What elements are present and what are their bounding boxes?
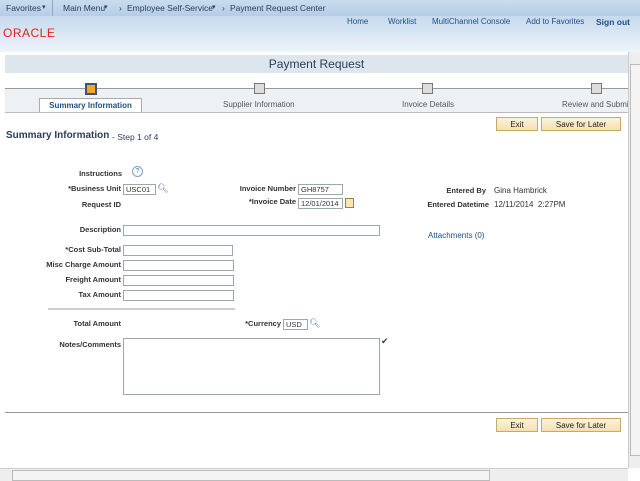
request-id-label: Request ID xyxy=(81,200,121,209)
divider xyxy=(52,0,53,16)
chevron-down-icon[interactable]: ▾ xyxy=(212,3,216,11)
currency-label: *Currency xyxy=(245,319,281,328)
help-icon[interactable]: ? xyxy=(132,166,143,177)
breadcrumb-current: Payment Request Center xyxy=(230,3,326,13)
invoice-number-label: Invoice Number xyxy=(239,184,296,193)
multichannel-console-link[interactable]: MultiChannel Console xyxy=(432,17,510,26)
tab-review-and-submit[interactable]: Review and Submit xyxy=(562,100,628,109)
step-line xyxy=(5,88,628,89)
step-3-icon[interactable] xyxy=(422,83,433,94)
top-nav: Favorites ▾ Main Menu ▾ › Employee Self-… xyxy=(0,0,640,16)
vertical-scrollbar[interactable] xyxy=(628,52,640,468)
scroll-thumb[interactable] xyxy=(630,64,640,456)
invoice-date-input[interactable] xyxy=(298,198,343,209)
section-heading: Summary Information xyxy=(6,130,110,141)
tax-input[interactable] xyxy=(123,290,234,301)
breadcrumb-ess[interactable]: Employee Self-Service xyxy=(127,3,213,13)
invoice-number-input[interactable] xyxy=(298,184,343,195)
description-input[interactable] xyxy=(123,225,380,236)
tab-supplier-information[interactable]: Supplier Information xyxy=(223,100,295,109)
sign-out-link[interactable]: Sign out xyxy=(596,17,630,27)
favorites-menu[interactable]: Favorites xyxy=(6,3,41,13)
entered-datetime-label: Entered Datetime xyxy=(427,200,489,209)
breadcrumb-sep: › xyxy=(119,3,122,13)
chevron-down-icon[interactable]: ▾ xyxy=(42,3,46,11)
divider xyxy=(48,308,235,310)
cost-subtotal-input[interactable] xyxy=(123,245,233,256)
step-2-icon[interactable] xyxy=(254,83,265,94)
business-unit-input[interactable] xyxy=(123,184,156,195)
scroll-thumb[interactable] xyxy=(12,470,490,481)
entered-by-value: Gina Hambrick xyxy=(494,186,547,195)
misc-charge-label: Misc Charge Amount xyxy=(46,260,121,269)
step-4-icon[interactable] xyxy=(591,83,602,94)
exit-button[interactable]: Exit xyxy=(496,117,538,131)
main-menu[interactable]: Main Menu xyxy=(63,3,105,13)
page-title: Payment Request xyxy=(5,55,628,73)
step-indicator: - Step 1 of 4 xyxy=(112,132,159,142)
chevron-down-icon[interactable]: ▾ xyxy=(104,3,108,11)
save-for-later-button-bottom[interactable]: Save for Later xyxy=(541,418,621,432)
freight-input[interactable] xyxy=(123,275,234,286)
calendar-icon[interactable] xyxy=(345,198,354,208)
step-1-current-icon[interactable] xyxy=(85,83,97,95)
breadcrumb-sep: › xyxy=(222,3,225,13)
description-label: Description xyxy=(79,225,121,234)
business-unit-label: *Business Unit xyxy=(68,184,121,193)
total-amount-label: Total Amount xyxy=(73,319,122,328)
notes-textarea[interactable] xyxy=(123,338,380,395)
freight-label: Freight Amount xyxy=(65,275,121,284)
entered-datetime-value: 12/11/2014 2:27PM xyxy=(494,200,566,209)
tab-summary-information[interactable]: Summary Information xyxy=(39,98,142,113)
instructions-label: Instructions xyxy=(79,169,122,178)
tax-label: Tax Amount xyxy=(78,290,122,299)
save-for-later-button[interactable]: Save for Later xyxy=(541,117,621,131)
horizontal-scrollbar[interactable] xyxy=(0,468,628,481)
misc-charge-input[interactable] xyxy=(123,260,234,271)
lookup-icon[interactable]: 🔍︎ xyxy=(157,183,168,194)
notes-label: Notes/Comments xyxy=(59,340,121,349)
tab-invoice-details[interactable]: Invoice Details xyxy=(402,100,454,109)
home-link[interactable]: Home xyxy=(347,17,368,26)
lookup-icon[interactable]: 🔍︎ xyxy=(309,318,320,329)
entered-by-label: Entered By xyxy=(446,186,486,195)
add-to-favorites-link[interactable]: Add to Favorites xyxy=(526,17,584,26)
worklist-link[interactable]: Worklist xyxy=(388,17,416,26)
spellcheck-icon[interactable]: ✔ xyxy=(381,336,389,347)
currency-input[interactable] xyxy=(283,319,308,330)
invoice-date-label: *Invoice Date xyxy=(248,197,296,206)
header-band: Home Worklist MultiChannel Console Add t… xyxy=(0,16,640,52)
cost-subtotal-label: *Cost Sub-Total xyxy=(65,245,121,254)
exit-button-bottom[interactable]: Exit xyxy=(496,418,538,432)
oracle-logo: ORACLE xyxy=(3,26,56,40)
attachments-link[interactable]: Attachments (0) xyxy=(428,231,484,240)
